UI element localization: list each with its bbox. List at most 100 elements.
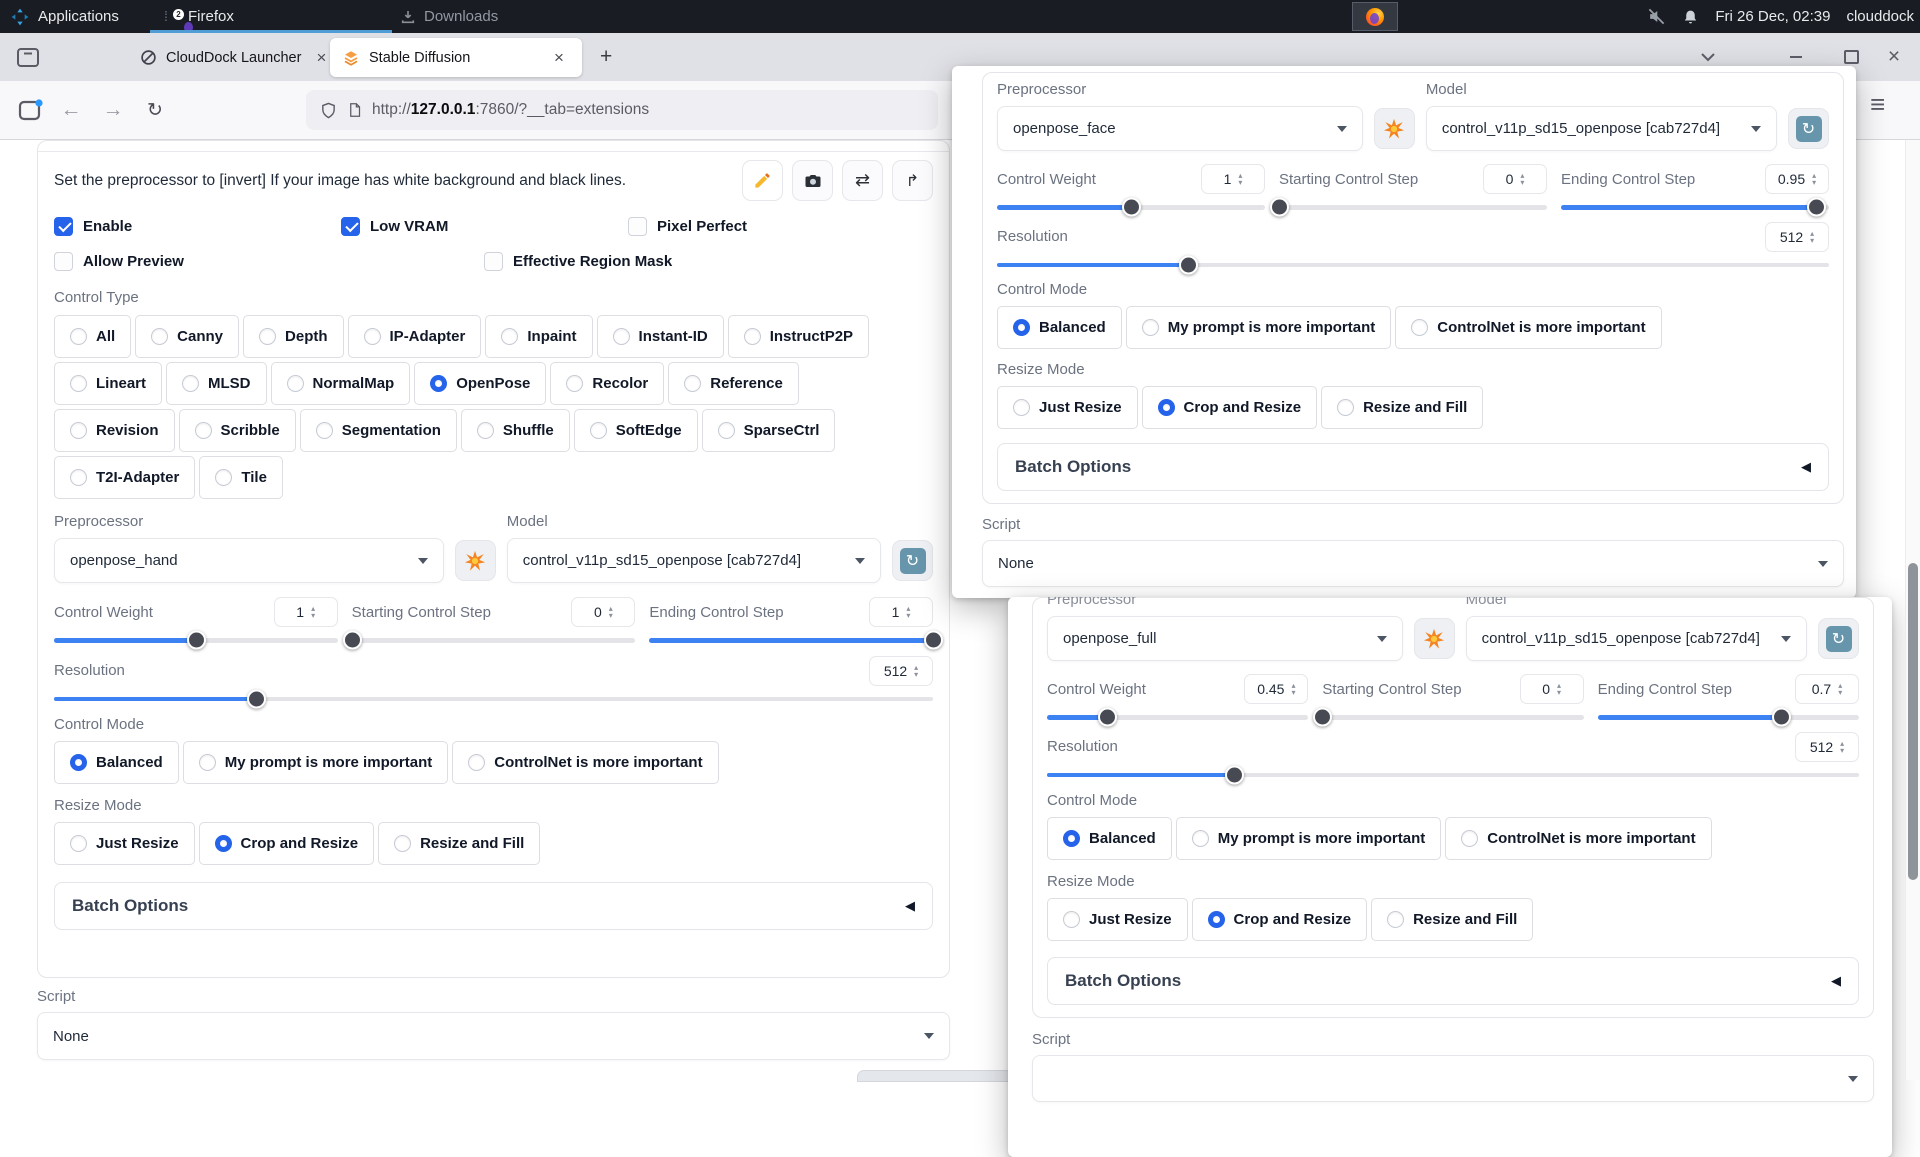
starting-step-input[interactable]: 0 [1520, 674, 1584, 704]
slider-thumb[interactable] [1225, 765, 1244, 784]
radio-option[interactable]: Crop and Resize [1142, 386, 1318, 429]
downloads-menu[interactable]: Downloads [400, 0, 498, 33]
radio-option[interactable]: Reference [668, 362, 799, 405]
radio-option[interactable]: SoftEdge [574, 409, 698, 452]
checkbox[interactable]: Allow Preview [54, 252, 484, 271]
batch-options-accordion[interactable]: Batch Options [54, 882, 933, 930]
checkbox-box[interactable] [54, 252, 73, 271]
ending-step-input[interactable]: 0.7 [1795, 674, 1859, 704]
batch-options-accordion[interactable]: Batch Options [997, 443, 1829, 491]
refresh-models-button[interactable] [892, 540, 933, 581]
checkbox-box[interactable] [628, 217, 647, 236]
control-weight-input[interactable]: 0.45 [1244, 674, 1308, 704]
preprocessor-dropdown[interactable]: openpose_full [1047, 616, 1403, 661]
radio-option[interactable]: Just Resize [54, 822, 195, 865]
radio-option[interactable]: Revision [54, 409, 175, 452]
tab-manager-icon[interactable] [16, 46, 40, 68]
new-tab-button[interactable] [600, 45, 612, 69]
radio-option[interactable]: ControlNet is more important [1445, 817, 1711, 860]
tab-stable-diffusion[interactable]: Stable Diffusion [330, 38, 582, 77]
radio-option[interactable]: Scribble [179, 409, 296, 452]
radio-option[interactable]: All [54, 315, 131, 358]
batch-options-accordion[interactable]: Batch Options [1047, 957, 1859, 1005]
radio-option[interactable]: OpenPose [414, 362, 546, 405]
ending-step-input[interactable]: 0.95 [1765, 164, 1829, 194]
new-canvas-button[interactable] [742, 160, 783, 201]
notifications-bell-icon[interactable] [1682, 8, 1699, 26]
clock-label[interactable]: Fri 26 Dec, 02:39 [1715, 8, 1830, 25]
radio-option[interactable]: My prompt is more important [1126, 306, 1392, 349]
radio-option[interactable]: Shuffle [461, 409, 570, 452]
radio-option[interactable]: Inpaint [485, 315, 592, 358]
spinner-icons[interactable] [1557, 682, 1561, 696]
radio-option[interactable]: Instant-ID [597, 315, 724, 358]
preprocessor-dropdown[interactable]: openpose_face [997, 106, 1363, 151]
script-dropdown[interactable] [1032, 1055, 1874, 1102]
applications-menu[interactable]: Applications [10, 0, 119, 33]
slider-thumb[interactable] [343, 631, 362, 650]
radio-option[interactable]: Segmentation [300, 409, 457, 452]
checkbox[interactable]: Effective Region Mask [484, 252, 933, 271]
radio-option[interactable]: My prompt is more important [1176, 817, 1442, 860]
slider-thumb[interactable] [1807, 198, 1826, 217]
radio-option[interactable]: Canny [135, 315, 239, 358]
checkbox[interactable]: Enable [54, 217, 341, 236]
radio-option[interactable]: NormalMap [271, 362, 411, 405]
shield-permissions-icon[interactable] [320, 101, 337, 120]
preprocessor-dropdown[interactable]: openpose_hand [54, 538, 444, 583]
slider-thumb[interactable] [1313, 708, 1332, 727]
spinner-icons[interactable] [1840, 740, 1844, 754]
spinner-icons[interactable] [1520, 172, 1524, 186]
radio-option[interactable]: InstructP2P [728, 315, 869, 358]
script-dropdown[interactable]: None [37, 1012, 950, 1060]
spinner-icons[interactable] [1291, 682, 1295, 696]
radio-option[interactable]: Resize and Fill [1371, 898, 1533, 941]
slider-thumb[interactable] [1122, 198, 1141, 217]
reload-button[interactable] [140, 95, 170, 125]
close-window-button[interactable] [1880, 43, 1908, 71]
spinner-icons[interactable] [1810, 230, 1814, 244]
hamburger-menu-icon[interactable] [1870, 89, 1885, 120]
slider-thumb[interactable] [1270, 198, 1289, 217]
control-weight-input[interactable]: 1 [274, 597, 338, 627]
slider-track[interactable] [54, 638, 338, 643]
radio-option[interactable]: ControlNet is more important [452, 741, 718, 784]
radio-option[interactable]: Lineart [54, 362, 162, 405]
checkbox-box[interactable] [341, 217, 360, 236]
run-preprocessor-button[interactable] [1374, 108, 1415, 149]
slider-track[interactable] [997, 205, 1265, 210]
control-weight-input[interactable]: 1 [1201, 164, 1265, 194]
tab-clouddock-launcher[interactable]: CloudDock Launcher [128, 38, 344, 77]
radio-option[interactable]: IP-Adapter [348, 315, 482, 358]
run-preprocessor-button[interactable] [455, 540, 496, 581]
resolution-input[interactable]: 512 [869, 656, 933, 686]
webcam-button[interactable] [792, 160, 833, 201]
radio-option[interactable]: Just Resize [997, 386, 1138, 429]
mirror-webcam-button[interactable] [842, 160, 883, 201]
back-button[interactable] [56, 95, 86, 125]
model-dropdown[interactable]: control_v11p_sd15_openpose [cab727d4] [1426, 106, 1777, 151]
page-scrollbar[interactable] [1905, 140, 1920, 1080]
model-dropdown[interactable]: control_v11p_sd15_openpose [cab727d4] [507, 538, 881, 583]
address-bar[interactable]: http://127.0.0.1:7860/?__tab=extensions [306, 90, 938, 130]
spinner-icons[interactable] [1238, 172, 1242, 186]
spinner-icons[interactable] [1812, 172, 1816, 186]
firefox-dock-button[interactable] [1352, 2, 1398, 31]
audio-muted-icon[interactable] [1647, 7, 1666, 26]
slider-thumb[interactable] [1772, 708, 1791, 727]
radio-option[interactable]: Tile [199, 456, 283, 499]
run-preprocessor-button[interactable] [1414, 618, 1455, 659]
list-tabs-chevron-icon[interactable] [1694, 43, 1722, 71]
slider-track[interactable] [1322, 715, 1583, 720]
checkbox-box[interactable] [484, 252, 503, 271]
checkbox-box[interactable] [54, 217, 73, 236]
radio-option[interactable]: Resize and Fill [378, 822, 540, 865]
page-info-icon[interactable] [347, 101, 362, 119]
spinner-icons[interactable] [906, 605, 910, 619]
maximize-window-button[interactable] [1837, 43, 1865, 71]
forward-button[interactable] [98, 95, 128, 125]
firefox-view-icon[interactable] [18, 98, 43, 122]
send-dimensions-button[interactable] [892, 160, 933, 201]
refresh-models-button[interactable] [1788, 108, 1829, 149]
radio-option[interactable]: SparseCtrl [702, 409, 836, 452]
